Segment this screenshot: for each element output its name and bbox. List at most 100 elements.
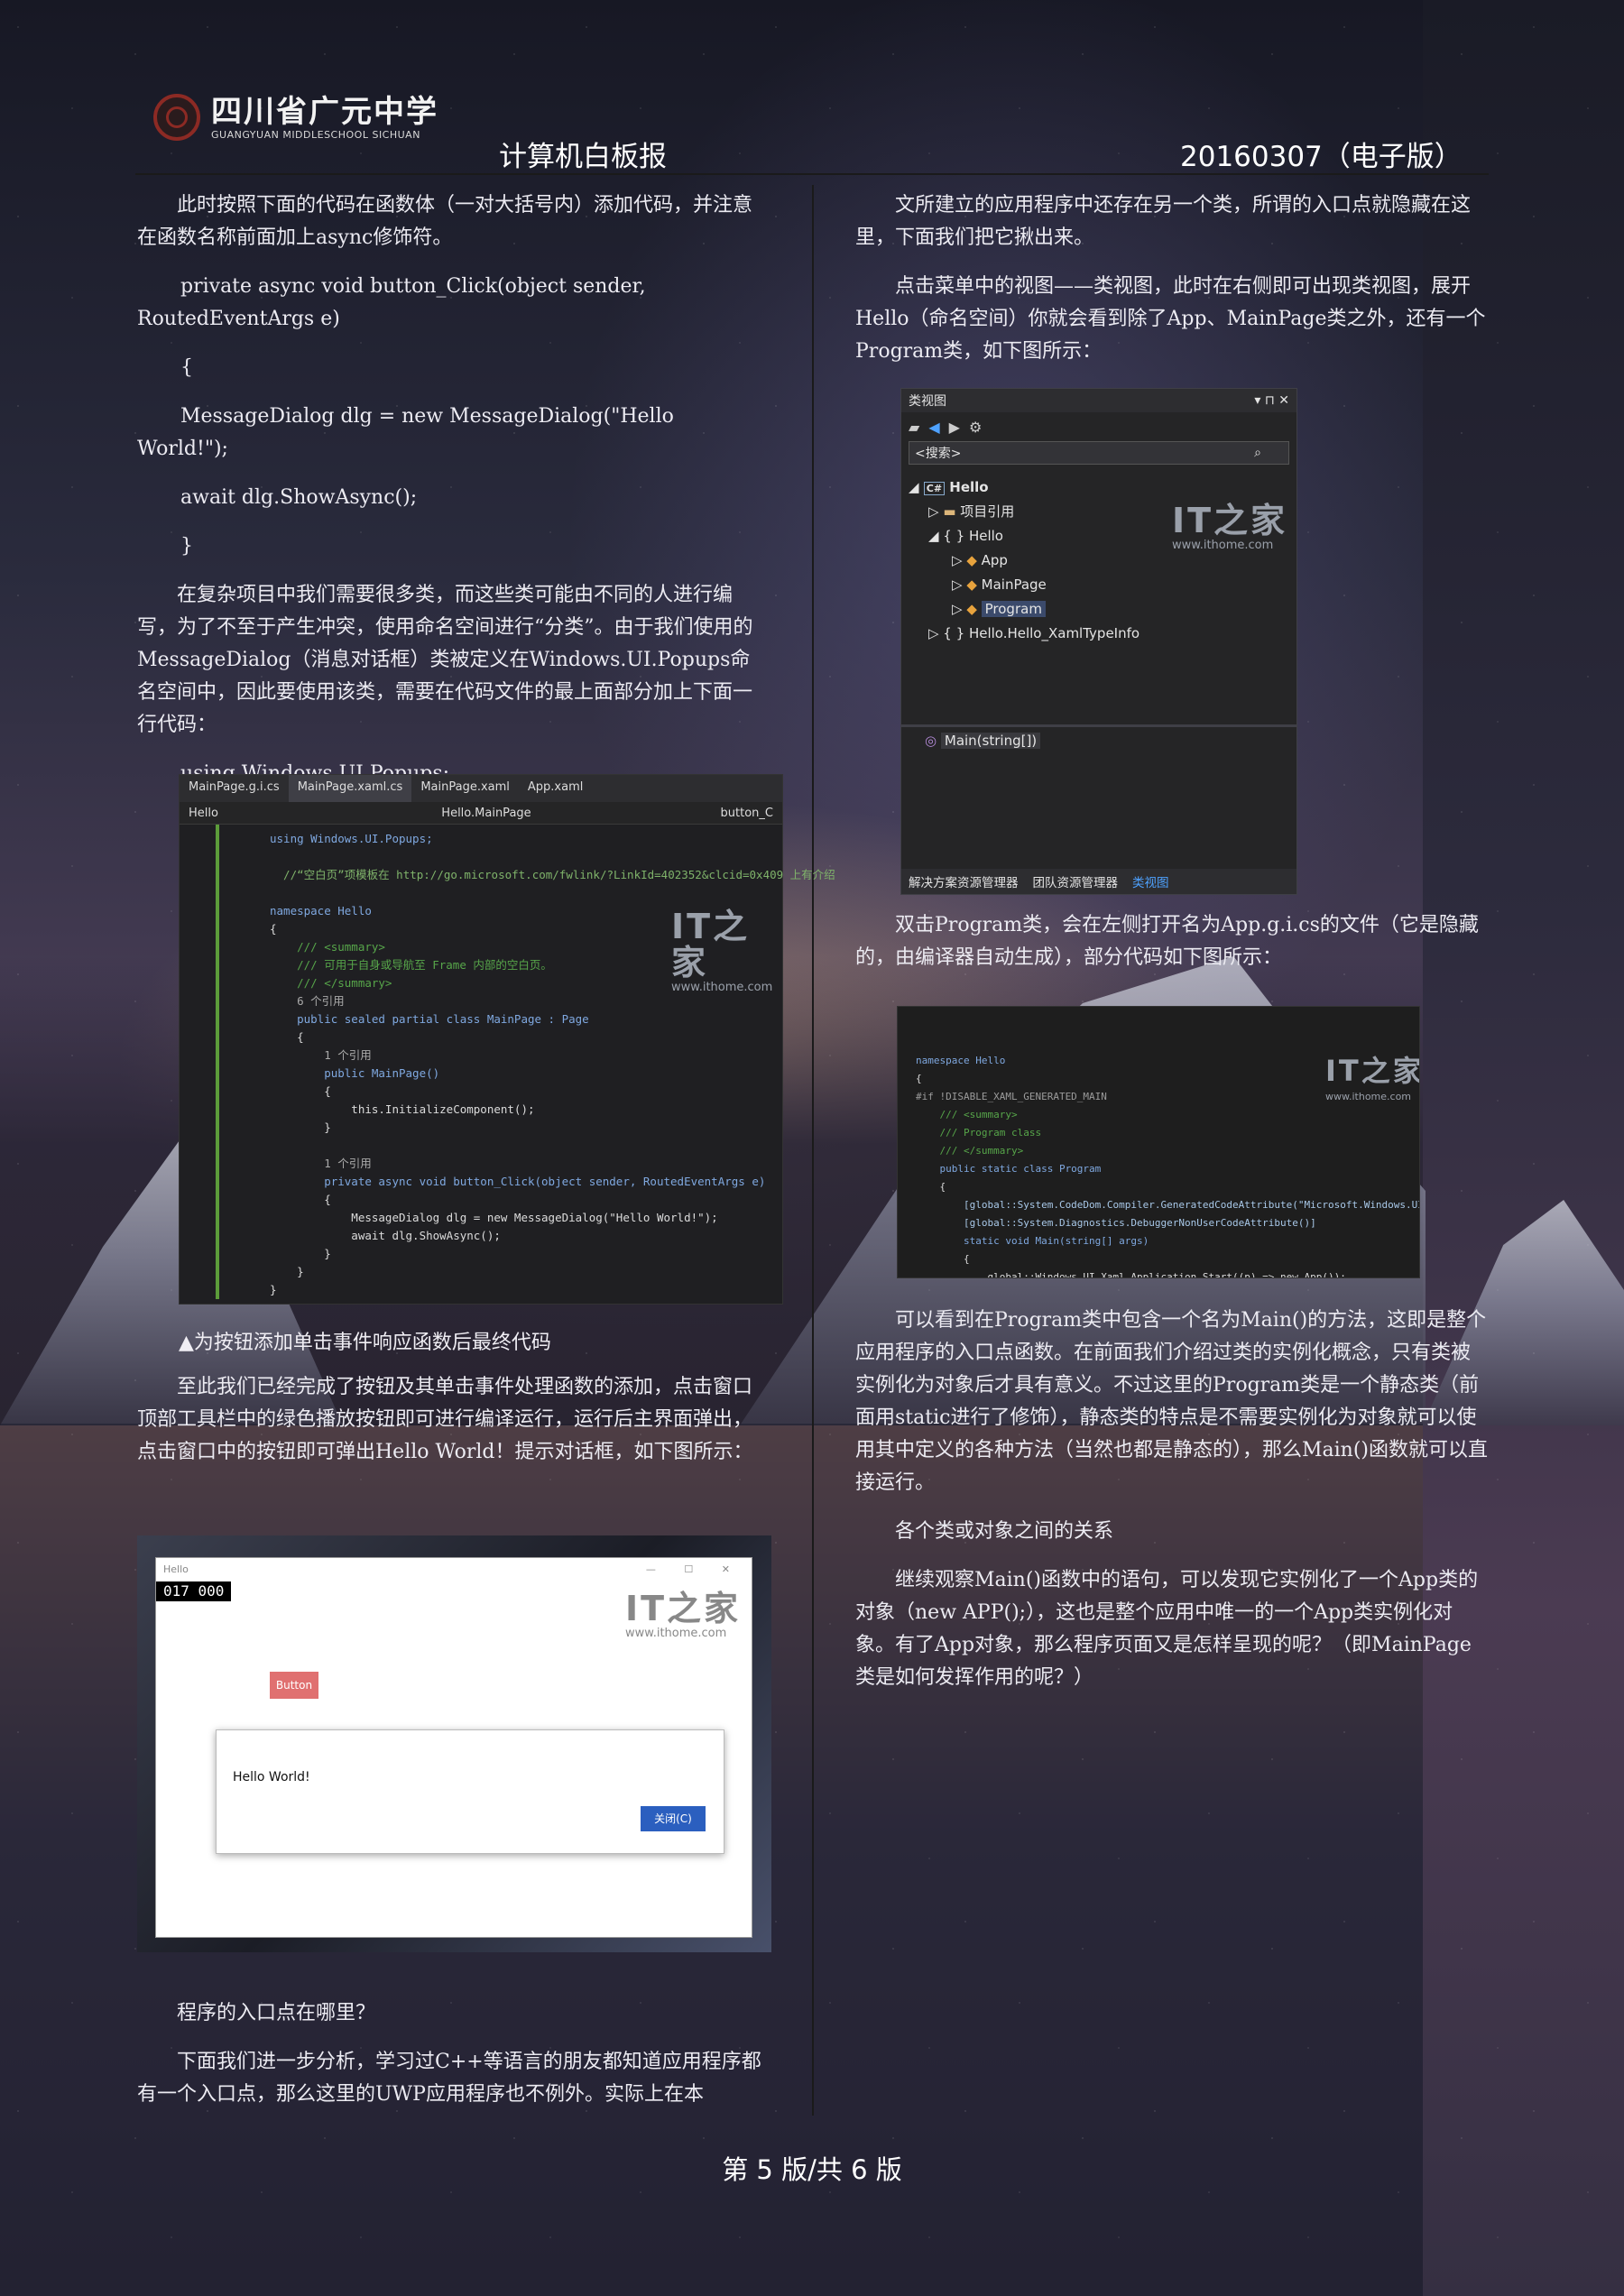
app-title: Hello — [163, 1563, 189, 1575]
right-column: 文所建立的应用程序中还存在另一个类，所谓的入口点就隐藏在这里，下面我们把它揪出来… — [855, 189, 1489, 384]
tree-node-project: ◢ C# Hello — [909, 479, 989, 495]
page-footer: 第 5 版/共 6 版 — [722, 2154, 902, 2185]
forward-icon: ▶ — [948, 418, 960, 436]
code-line: { — [270, 1193, 331, 1206]
app-window: Hello — ☐ ✕ 017 000 Button Hello World! 关… — [155, 1557, 752, 1938]
paragraph: 双击Program类，会在左侧打开名为App.g.i.cs的文件（它是隐藏的，由… — [855, 914, 1479, 969]
code-line: await dlg.ShowAsync(); — [270, 1229, 501, 1242]
app-window-screenshot: Hello — ☐ ✕ 017 000 Button Hello World! 关… — [137, 1535, 771, 1952]
paper-date: 20160307（电子版） — [1180, 141, 1463, 173]
class-view-title: 类视图 — [909, 394, 946, 409]
code-line: public MainPage() — [270, 1066, 440, 1080]
code-line: public sealed partial class MainPage : P… — [270, 1012, 589, 1026]
member-main: ◎ Main(string[]) — [901, 727, 1296, 749]
editor-tabs: MainPage.g.i.cs MainPage.xaml.cs MainPag… — [180, 775, 782, 802]
paragraph: 在复杂项目中我们需要很多类，而这些类可能由不同的人进行编写，为了不至于产生冲突，… — [137, 584, 753, 736]
editor-tab: MainPage.g.i.cs — [189, 780, 280, 794]
right-column-lower: 可以看到在Program类中包含一个名为Main()的方法，这即是整个应用程序的… — [855, 1305, 1489, 1710]
code-line: MessageDialog dlg = new MessageDialog("H… — [270, 1211, 718, 1224]
left-column: 此时按照下面的代码在函数体（一对大括号内）添加代码，并注意在函数名称前面加上as… — [137, 189, 769, 807]
back-icon: ◀ — [928, 418, 940, 436]
editor-tab-active: MainPage.xaml.cs — [288, 775, 412, 802]
school-logo: 四川省广元中学 GUANGYUAN MIDDLESCHOOL SICHUAN — [153, 94, 438, 141]
column-divider — [812, 185, 814, 2116]
nav-class: Hello.MainPage — [441, 806, 531, 820]
code-line: /// </summary> — [916, 1144, 1024, 1157]
program-code-screenshot: namespace Hello{#if !DISABLE_XAML_GENERA… — [897, 1006, 1420, 1278]
code-line: await dlg.ShowAsync(); — [180, 486, 418, 509]
class-view-toolbar: ▰ ◀ ▶ ⚙ — [901, 412, 1296, 441]
tab-class-view: 类视图 — [1132, 876, 1169, 890]
code-line: 1 个引用 — [270, 1157, 372, 1170]
figure-caption: ▲为按钮添加单击事件响应函数后最终代码 — [179, 1332, 551, 1354]
code-line: 1 个引用 — [270, 1048, 372, 1062]
tab-solution-explorer: 解决方案资源管理器 — [909, 876, 1019, 890]
editor-tab: App.xaml — [527, 780, 584, 794]
window-controls: — ☐ ✕ — [645, 1563, 743, 1575]
code-line: global::Windows.UI.Xaml.Application.Star… — [916, 1270, 1346, 1278]
watermark: IT之家 www.ithome.com — [1325, 1053, 1420, 1102]
class-view-titlebar: 类视图 ▾ ⊓ ✕ — [901, 389, 1296, 412]
tree-node-program: ▷ ◆ Program — [909, 597, 1296, 622]
gear-icon: ⚙ — [968, 418, 983, 436]
code-editor-screenshot: MainPage.g.i.cs MainPage.xaml.cs MainPag… — [179, 774, 835, 1305]
nav-member: button_C — [720, 806, 773, 820]
class-view-search: <搜索> ⌕ — [909, 441, 1289, 465]
left-column-lower: 至此我们已经完成了按钮及其单击事件处理函数的添加，点击窗口顶部工具栏中的绿色播放… — [137, 1371, 769, 1485]
code-line: 6 个引用 — [270, 994, 345, 1008]
code-line: //“空白页”项模板在 http://go.microsoft.com/fwli… — [270, 868, 835, 881]
school-seal-icon — [153, 94, 200, 141]
frame-counter: 017 000 — [156, 1581, 232, 1601]
code-line: { — [916, 1252, 970, 1265]
paper-title: 计算机白板报 — [499, 141, 667, 173]
class-view-bottom-tabs: 解决方案资源管理器 团队资源管理器 类视图 — [901, 869, 1296, 894]
class-view-screenshot: 类视图 ▾ ⊓ ✕ ▰ ◀ ▶ ⚙ <搜索> ⌕ ◢ C# Hello ▷ ▬ … — [900, 388, 1297, 895]
paragraph: 此时按照下面的代码在函数体（一对大括号内）添加代码，并注意在函数名称前面加上as… — [137, 194, 753, 249]
left-column-bottom: 程序的入口点在哪里？ 下面我们进一步分析，学习过C++等语言的朋友都知道应用程序… — [137, 1997, 769, 2127]
code-line: [global::System.CodeDom.Compiler.Generat… — [916, 1198, 1420, 1211]
watermark: IT之家 www.ithome.com — [625, 1589, 742, 1640]
editor-navbar: Hello Hello.MainPage button_C — [180, 802, 782, 825]
watermark: IT之家 www.ithome.com — [671, 907, 773, 994]
code-line: using Windows.UI.Popups; — [270, 832, 433, 845]
paragraph: 下面我们进一步分析，学习过C++等语言的朋友都知道应用程序都有一个入口点，那么这… — [137, 2051, 761, 2106]
panel-controls: ▾ ⊓ ✕ — [1254, 393, 1289, 408]
code-line: public static class Program — [916, 1162, 1102, 1175]
code-line: } — [270, 1247, 331, 1260]
editor-code: using Windows.UI.Popups; //“空白页”项模板在 htt… — [216, 825, 835, 1299]
class-view-tree: ◢ C# Hello ▷ ▬ 项目引用 ◢ { } Hello ▷ ◆ App … — [901, 465, 1296, 646]
paragraph: 继续观察Main()函数中的语句，可以发现它实例化了一个App类的对象（new … — [855, 1569, 1479, 1689]
message-dialog: Hello World! 关闭(C) — [216, 1729, 724, 1854]
code-line: { — [916, 1180, 946, 1193]
paragraph: 点击菜单中的视图——类视图，此时在右侧即可出现类视图，展开Hello（命名空间）… — [855, 275, 1486, 363]
code-line: { — [270, 1084, 331, 1098]
dialog-close-button: 关闭(C) — [641, 1806, 706, 1831]
code-line: } — [180, 535, 193, 558]
code-line: private async void button_Click(object s… — [137, 275, 646, 330]
watermark: IT之家 www.ithome.com — [1172, 501, 1288, 552]
dialog-message: Hello World! — [233, 1770, 310, 1784]
class-view-members: ◎ Main(string[]) — [901, 724, 1296, 871]
code-line: static void Main(string[] args) — [916, 1234, 1149, 1247]
folder-icon: ▰ — [909, 418, 920, 436]
code-line: { — [180, 356, 193, 379]
header-divider — [135, 173, 1489, 175]
tree-node-mainpage: ▷ ◆ MainPage — [952, 576, 1047, 593]
code-line: { — [270, 1030, 304, 1044]
search-icon: ⌕ — [1254, 446, 1261, 460]
app-button: Button — [270, 1672, 318, 1699]
code-line: MessageDialog dlg = new MessageDialog("H… — [137, 405, 674, 460]
code-line: } — [270, 1283, 277, 1296]
tab-team-explorer: 团队资源管理器 — [1032, 876, 1119, 890]
code-line: this.InitializeComponent(); — [270, 1102, 535, 1116]
paragraph: 可以看到在Program类中包含一个名为Main()的方法，这即是整个应用程序的… — [855, 1309, 1489, 1494]
nav-project: Hello — [189, 806, 218, 820]
section-heading: 程序的入口点在哪里？ — [177, 2002, 376, 2024]
right-column-mid: 双击Program类，会在左侧打开名为App.g.i.cs的文件（它是隐藏的，由… — [855, 909, 1489, 991]
code-line: } — [270, 1265, 304, 1278]
section-heading: 各个类或对象之间的关系 — [895, 1520, 1114, 1543]
tree-node-app: ▷ ◆ App — [952, 552, 1008, 568]
paragraph: 至此我们已经完成了按钮及其单击事件处理函数的添加，点击窗口顶部工具栏中的绿色播放… — [137, 1376, 753, 1463]
